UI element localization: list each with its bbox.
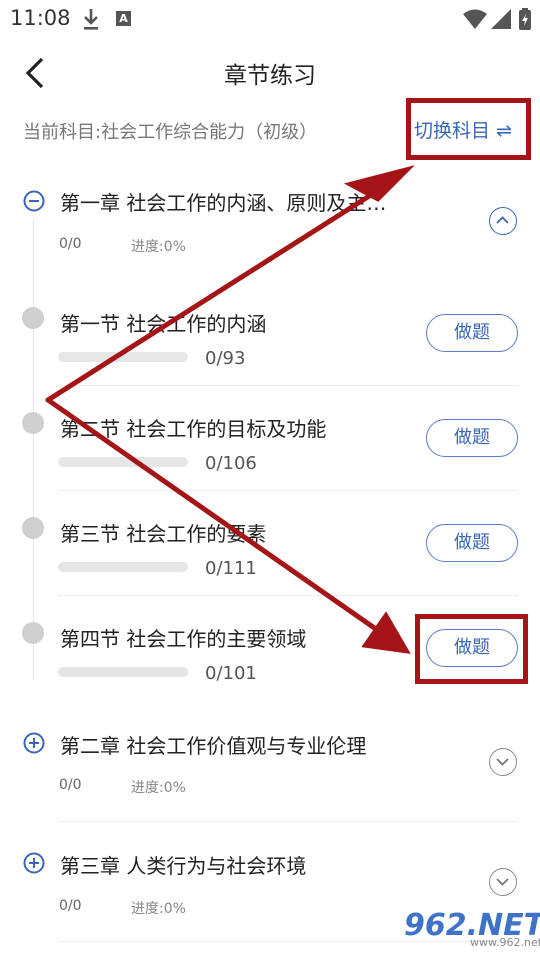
section-count: 0/101: [205, 663, 257, 684]
divider: [58, 821, 518, 822]
chevron-up-icon[interactable]: [489, 207, 517, 235]
section-count: 0/93: [205, 348, 246, 369]
page-title: 章节练习: [224, 63, 316, 89]
chapter-title[interactable]: 第二章 社会工作价值观与专业伦理: [60, 730, 366, 759]
section-progress-bar: [58, 352, 188, 362]
status-time: 11:08: [10, 6, 71, 30]
watermark-url: www.962.net: [470, 936, 540, 949]
practice-button[interactable]: 做题: [426, 314, 518, 352]
notification-a-icon: A: [116, 11, 131, 26]
section-progress-bar: [58, 562, 188, 572]
divider: [58, 595, 518, 596]
chapter-count: 0/0: [59, 898, 82, 914]
tree-line: [33, 220, 34, 680]
section-title: 第二节 社会工作的目标及功能: [60, 417, 327, 441]
section-progress-bar: [58, 457, 188, 467]
chevron-down-icon[interactable]: [489, 868, 517, 896]
section-title: 第一节 社会工作的内涵: [60, 312, 267, 336]
chapter-count: 0/0: [59, 777, 82, 793]
status-bar: 11:08 A: [0, 0, 540, 36]
divider: [58, 490, 518, 491]
download-icon: [84, 9, 98, 30]
section-dot: [22, 622, 44, 644]
section-count: 0/106: [205, 453, 257, 474]
chapter-progress: 进度:0%: [131, 780, 186, 796]
expand-plus-icon[interactable]: [23, 732, 45, 754]
chapter-progress: 进度:0%: [131, 901, 186, 917]
chapter-count: 0/0: [59, 236, 82, 252]
section-title: 第三节 社会工作的要素: [60, 522, 267, 546]
collapse-minus-icon[interactable]: [23, 190, 45, 212]
practice-button[interactable]: 做题: [426, 524, 518, 562]
battery-icon: [519, 8, 531, 30]
annotation-box-practice: [415, 614, 528, 684]
section-count: 0/111: [205, 558, 257, 579]
wifi-icon: [463, 9, 487, 29]
expand-plus-icon[interactable]: [23, 852, 45, 874]
section-title: 第四节 社会工作的主要领域: [60, 627, 307, 651]
current-subject: 当前科目:社会工作综合能力（初级）: [23, 122, 318, 143]
cellular-icon: [491, 9, 511, 29]
section-dot: [22, 517, 44, 539]
chevron-down-icon[interactable]: [489, 748, 517, 776]
chapter-title[interactable]: 第一章 社会工作的内涵、原则及主…: [60, 187, 386, 216]
annotation-box-switch: [406, 98, 531, 160]
chapter-title[interactable]: 第三章 人类行为与社会环境: [60, 850, 306, 879]
section-dot: [22, 307, 44, 329]
chapter-progress: 进度:0%: [131, 239, 186, 255]
practice-button[interactable]: 做题: [426, 419, 518, 457]
section-progress-bar: [58, 667, 188, 677]
divider: [58, 385, 518, 386]
section-dot: [22, 412, 44, 434]
